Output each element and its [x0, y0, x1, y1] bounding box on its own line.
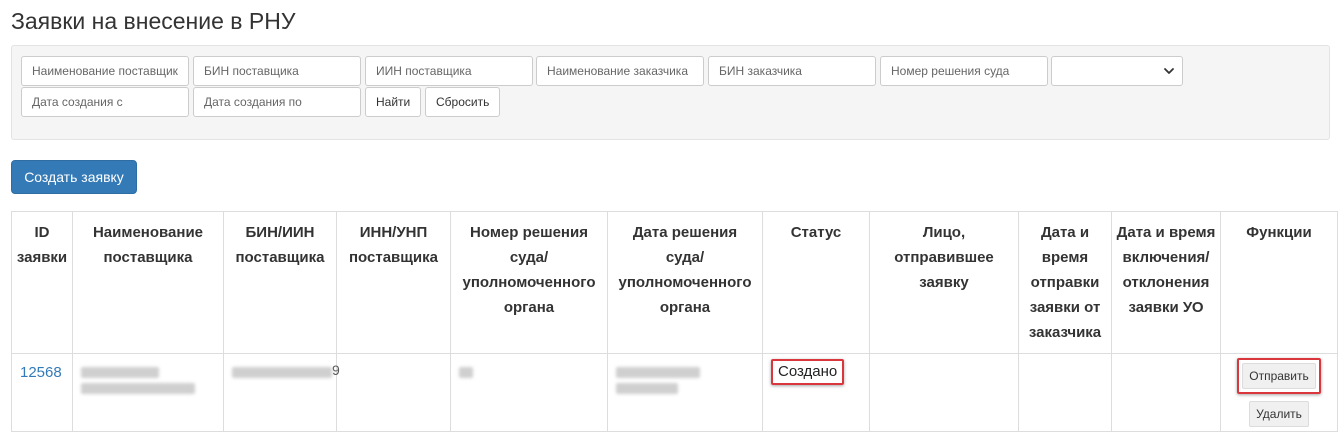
supplier-bin-filter-input[interactable] [193, 56, 361, 86]
delete-button[interactable]: Удалить [1249, 401, 1309, 427]
status-badge: Создано [771, 359, 845, 385]
col-header-decided-at: Дата и время включения/ отклонения заявк… [1111, 211, 1221, 354]
created-to-date-input[interactable] [193, 87, 361, 117]
cell-decided-at [1111, 353, 1221, 432]
requests-table: ID заявки Наименование поставщика БИН/ИИ… [11, 211, 1338, 432]
table-header-row: ID заявки Наименование поставщика БИН/ИИ… [11, 211, 1338, 354]
col-header-supplier-inn-unp: ИНН/УНП поставщика [336, 211, 451, 354]
redacted-text [459, 367, 473, 378]
supplier-iin-filter-input[interactable] [365, 56, 533, 86]
cell-decision-date [607, 353, 763, 432]
bin-visible-digit: 9 [332, 362, 340, 378]
col-header-functions: Функции [1220, 211, 1338, 354]
send-button-highlight: Отправить [1237, 358, 1321, 394]
col-header-sent-at: Дата и время отправки заявки от заказчик… [1018, 211, 1112, 354]
redacted-text [616, 367, 700, 378]
col-header-supplier-bin-iin: БИН/ИИН поставщика [223, 211, 337, 354]
col-header-decision-number: Номер решения суда/ уполномоченного орга… [450, 211, 608, 354]
cell-supplier-inn [336, 353, 451, 432]
redacted-text [232, 367, 332, 378]
cell-sent-at [1018, 353, 1112, 432]
col-header-decision-date: Дата решения суда/ уполномоченного орган… [607, 211, 763, 354]
customer-name-filter-input[interactable] [536, 56, 704, 86]
col-header-id: ID заявки [11, 211, 73, 354]
cell-decision-number [450, 353, 608, 432]
reset-button[interactable]: Сбросить [425, 87, 501, 117]
cell-supplier-bin: 9 [223, 353, 340, 432]
cell-id: 12568 [11, 353, 73, 432]
cell-sender [869, 353, 1019, 432]
col-header-supplier-name: Наименование поставщика [72, 211, 224, 354]
created-from-date-input[interactable] [21, 87, 189, 117]
filter-panel: Найти Сбросить [11, 45, 1330, 140]
redacted-text [81, 367, 159, 378]
supplier-name-filter-input[interactable] [21, 56, 189, 86]
court-decision-number-filter-input[interactable] [880, 56, 1048, 86]
redacted-text [616, 383, 678, 394]
col-header-status: Статус [762, 211, 870, 354]
redacted-text [81, 383, 195, 394]
cell-status: Создано [762, 353, 870, 432]
col-header-sender: Лицо, отправившее заявку [869, 211, 1019, 354]
table-row: 12568 9 Создано Отправить Удалить [11, 353, 1338, 432]
cell-supplier-name [72, 353, 224, 432]
find-button[interactable]: Найти [365, 87, 422, 117]
status-filter-select[interactable] [1051, 56, 1183, 86]
page-title: Заявки на внесение в РНУ [11, 8, 296, 34]
chevron-down-icon [1164, 68, 1174, 74]
create-request-button[interactable]: Создать заявку [11, 160, 137, 194]
send-button[interactable]: Отправить [1242, 363, 1316, 389]
request-id-link[interactable]: 12568 [20, 364, 62, 381]
cell-functions: Отправить Удалить [1220, 353, 1338, 432]
customer-bin-filter-input[interactable] [708, 56, 876, 86]
